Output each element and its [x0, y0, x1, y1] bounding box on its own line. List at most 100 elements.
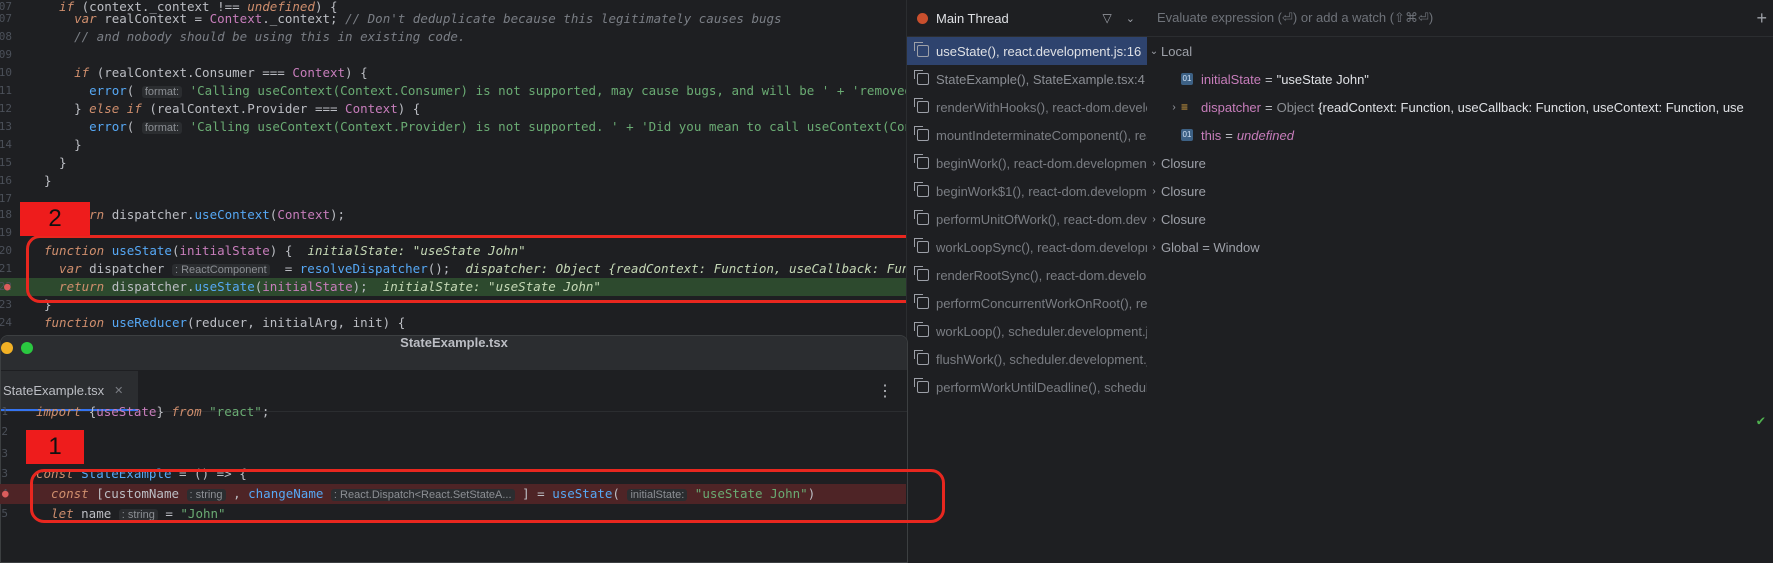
stack-frame[interactable]: beginWork$1(), react-dom.development.js	[907, 177, 1147, 205]
inlay-hint: format:	[141, 122, 183, 134]
line-number[interactable]: 16	[0, 172, 12, 190]
line-number[interactable]: 19	[0, 224, 12, 242]
code-token: // and nobody should be using this in ex…	[44, 29, 466, 44]
code-token: ) {	[345, 65, 368, 80]
code-token: // Don't deduplicate because this legiti…	[345, 11, 782, 26]
close-icon[interactable]: ✕	[114, 384, 123, 397]
scope-local-label: Local	[1161, 43, 1193, 59]
line-number[interactable]: 21	[0, 260, 12, 278]
code-token: ) {	[397, 101, 421, 116]
line-number[interactable]: 1	[0, 402, 8, 422]
scope-label: Global = Window	[1161, 239, 1260, 255]
stack-frame[interactable]: performWorkUntilDeadline(), scheduler.de…	[907, 373, 1147, 401]
stack-frame[interactable]: performUnitOfWork(), react-dom.developme…	[907, 205, 1147, 233]
chevron-down-icon[interactable]: ⌄	[1126, 12, 1135, 25]
line-number[interactable]: 14	[0, 136, 12, 154]
line-number[interactable]: 18	[0, 206, 12, 224]
add-watch-icon[interactable]: +	[1756, 8, 1767, 29]
variable-this[interactable]: 01 this = undefined	[1147, 121, 1773, 149]
stack-frame[interactable]: workLoop(), scheduler.development.js	[907, 317, 1147, 345]
frame-label: flushWork(), scheduler.development.js	[936, 351, 1147, 367]
object-icon: ≡	[1181, 100, 1189, 114]
scope-label: Closure	[1161, 155, 1206, 171]
line-number[interactable]: 24	[0, 314, 12, 332]
popup-code-line[interactable]: 31 usage	[0, 444, 906, 464]
scope-item[interactable]: › Closure	[1147, 149, 1773, 177]
code-line[interactable]: 16}	[0, 172, 906, 190]
code-line[interactable]: 12 } else if (realContext.Provider === C…	[0, 100, 906, 118]
popup-code-line[interactable]: 2	[0, 422, 906, 442]
line-number[interactable]: 11	[0, 82, 12, 100]
code-line[interactable]: 15 }	[0, 154, 906, 172]
popup-titlebar[interactable]: StateExample.tsx	[1, 336, 907, 371]
code-token: (reducer, initialArg, init) {	[187, 315, 406, 330]
stack-frame[interactable]: workLoopSync(), react-dom.development.js	[907, 233, 1147, 261]
code-line[interactable]: 10 if (realContext.Consumer === Context)…	[0, 64, 906, 82]
thread-selector[interactable]: Main Thread ▽ ⌄	[907, 0, 1147, 37]
line-number[interactable]: 08	[0, 28, 12, 46]
frame-label: mountIndeterminateComponent(), react-dom	[936, 127, 1147, 143]
code-token: realContext =	[104, 11, 210, 26]
line-number[interactable]: 23	[0, 296, 12, 314]
variable-value: "useState John"	[1276, 71, 1369, 87]
code-line[interactable]: 08 // and nobody should be using this in…	[0, 28, 906, 46]
code-line[interactable]: 14 }	[0, 136, 906, 154]
code-line[interactable]: 24 function useReducer(reducer, initialAr…	[0, 314, 906, 332]
code-token: function	[44, 315, 112, 330]
line-number[interactable]: 12	[0, 100, 12, 118]
stack-frame[interactable]: flushWork(), scheduler.development.js	[907, 345, 1147, 373]
frame-icon	[914, 154, 929, 169]
stack-frame[interactable]: mountIndeterminateComponent(), react-dom	[907, 121, 1147, 149]
code-text: var realContext = Context._context; // D…	[44, 10, 782, 28]
chevron-right-icon[interactable]: ›	[1147, 242, 1161, 253]
frame-label: performUnitOfWork(), react-dom.developme…	[936, 211, 1147, 227]
code-token: (realContext.Provider ===	[149, 101, 346, 116]
frame-icon	[914, 126, 929, 141]
chevron-down-icon[interactable]: ⌄	[1147, 46, 1161, 57]
line-number[interactable]: 3	[0, 444, 8, 464]
code-line[interactable]: 07 var realContext = Context._context; /…	[0, 10, 906, 28]
evaluate-expression-input[interactable]: Evaluate expression (⏎) or add a watch (…	[1147, 0, 1773, 37]
variable-initialState[interactable]: 01 initialState = "useState John"	[1147, 65, 1773, 93]
scope-item[interactable]: › Closure	[1147, 177, 1773, 205]
chevron-right-icon[interactable]: ›	[1147, 214, 1161, 225]
breakpoint-icon[interactable]: ●	[2, 484, 9, 504]
chevron-right-icon[interactable]: ›	[1147, 158, 1161, 169]
code-line[interactable]: 18 return dispatcher.useContext(Context)…	[0, 206, 906, 224]
line-number[interactable]: 13	[0, 118, 12, 136]
line-number[interactable]: 07	[0, 10, 12, 28]
variables-panel: Evaluate expression (⏎) or add a watch (…	[1147, 0, 1773, 561]
line-number[interactable]: 2	[0, 422, 8, 442]
variable-dispatcher[interactable]: › ≡ dispatcher = Object {readContext: Fu…	[1147, 93, 1773, 121]
code-line[interactable]: 09	[0, 46, 906, 64]
line-number[interactable]: 09	[0, 46, 12, 64]
stack-frame[interactable]: beginWork(), react-dom.development.js	[907, 149, 1147, 177]
scope-item[interactable]: › Closure	[1147, 205, 1773, 233]
inspections-ok-icon[interactable]: ✔	[1757, 413, 1765, 429]
stack-frame[interactable]: renderRootSync(), react-dom.development.…	[907, 261, 1147, 289]
popup-code-line[interactable]: 1 import {useState} from "react";	[0, 402, 906, 422]
code-line[interactable]: 13 error( format: 'Calling useContext(Co…	[0, 118, 906, 136]
scope-item[interactable]: › Global = Window	[1147, 233, 1773, 261]
line-number[interactable]: 5	[0, 504, 8, 524]
stack-frame[interactable]: useState(), react.development.js:16	[907, 37, 1147, 65]
stack-frame[interactable]: renderWithHooks(), react-dom.development…	[907, 93, 1147, 121]
code-text: import {useState} from "react";	[36, 402, 269, 422]
chevron-right-icon[interactable]: ›	[1167, 102, 1181, 113]
frame-label: beginWork$1(), react-dom.development.js	[936, 183, 1147, 199]
scope-label: Closure	[1161, 211, 1206, 227]
chevron-right-icon[interactable]: ›	[1147, 186, 1161, 197]
more-options-icon[interactable]: ⋮	[877, 381, 893, 400]
line-number[interactable]: 3	[0, 464, 8, 484]
line-number[interactable]: 15	[0, 154, 12, 172]
stack-frame[interactable]: performConcurrentWorkOnRoot(), react-dom	[907, 289, 1147, 317]
line-number[interactable]: 20	[0, 242, 12, 260]
line-number[interactable]: 10	[0, 64, 12, 82]
code-line[interactable]: 11 error( format: 'Calling useContext(Co…	[0, 82, 906, 100]
filter-icon[interactable]: ▽	[1103, 11, 1112, 25]
breakpoint-icon[interactable]: ●	[4, 278, 11, 296]
popup-title: StateExample.tsx	[400, 335, 508, 350]
frame-label: beginWork(), react-dom.development.js	[936, 155, 1147, 171]
scope-local[interactable]: ⌄ Local	[1147, 37, 1773, 65]
stack-frame[interactable]: StateExample(), StateExample.tsx:4	[907, 65, 1147, 93]
